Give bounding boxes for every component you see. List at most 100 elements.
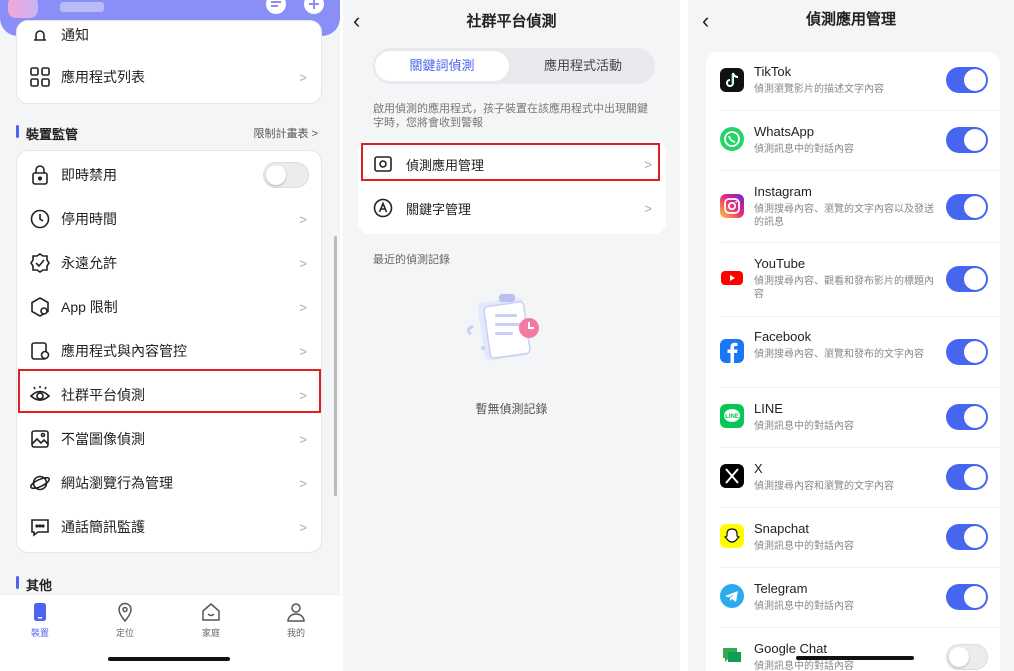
home-indicator xyxy=(108,657,230,661)
tab-device[interactable]: 裝置 xyxy=(10,601,70,639)
phone-icon xyxy=(34,603,46,621)
content-control-icon xyxy=(29,340,51,362)
schedule-link[interactable]: 限制計畫表 > xyxy=(254,125,318,141)
app-name: Google Chat xyxy=(754,641,827,656)
description-text: 啟用偵測的應用程式，孩子裝置在該應用程式中出現關鍵字時，您將會收到警報 xyxy=(373,103,648,129)
chevron-right-icon: > xyxy=(299,519,307,535)
row-divider xyxy=(720,447,1000,448)
app-limit-label: App 限制 xyxy=(61,299,118,315)
facebook-toggle[interactable] xyxy=(946,339,988,365)
x-toggle[interactable] xyxy=(946,464,988,490)
notification-row[interactable]: 通知 xyxy=(17,15,321,59)
letter-a-icon xyxy=(372,197,394,219)
always-allow-row[interactable]: 永遠允許 > xyxy=(17,241,321,285)
whatsapp-icon xyxy=(720,127,744,151)
youtube-icon xyxy=(720,266,744,290)
person-icon xyxy=(287,603,305,622)
app-description: 偵測訊息中的對話內容 xyxy=(754,601,854,612)
downtime-label: 停用時間 xyxy=(61,211,117,227)
chevron-right-icon: > xyxy=(299,255,307,271)
app-description: 偵測訊息中的對話內容 xyxy=(754,421,854,432)
instagram-toggle[interactable] xyxy=(946,194,988,220)
facebook-icon xyxy=(720,339,744,363)
app-name: Snapchat xyxy=(754,521,809,536)
image-scan-icon xyxy=(29,428,51,450)
app-name: YouTube xyxy=(754,256,806,271)
line-toggle[interactable] xyxy=(946,404,988,430)
location-pin-icon xyxy=(118,602,132,623)
chevron-right-icon: > xyxy=(299,69,307,85)
row-divider xyxy=(720,627,1000,628)
row-divider xyxy=(720,316,1000,317)
call-sms-row[interactable]: 通話簡訊監護 > xyxy=(17,505,321,549)
youtube-toggle[interactable] xyxy=(946,266,988,292)
telegram-toggle[interactable] xyxy=(946,584,988,610)
downtime-row[interactable]: 停用時間 > xyxy=(17,197,321,241)
social-detection-panel: ‹ 社群平台偵測 關鍵詞偵測 應用程式活動 啟用偵測的應用程式，孩子裝置在該應用… xyxy=(343,0,680,671)
content-control-label: 應用程式與內容管控 xyxy=(61,343,187,359)
app-description: 偵測搜尋內容和瀏覽的文字內容 xyxy=(754,481,894,492)
add-icon[interactable] xyxy=(304,0,324,14)
app-description: 偵測搜尋內容、瀏覽的文字內容以及發送的訊息 xyxy=(754,204,934,228)
highlight-detect-app-manage xyxy=(361,143,660,181)
tab-family[interactable]: 家庭 xyxy=(181,601,241,639)
content-control-row[interactable]: 應用程式與內容管控 > xyxy=(17,329,321,373)
tab-app-activity[interactable]: 應用程式活動 xyxy=(513,51,653,81)
app-name: X xyxy=(754,461,763,476)
svg-text:LINE: LINE xyxy=(725,414,739,420)
app-name: Instagram xyxy=(754,184,812,199)
panel-divider xyxy=(680,0,688,671)
snapchat-toggle[interactable] xyxy=(946,524,988,550)
detect-app-manage-panel: ‹ 偵測應用管理 TikTok 偵測瀏覽影片的描述文字內容 WhatsApp 偵… xyxy=(688,0,1014,671)
tab-location-label: 定位 xyxy=(115,628,134,638)
app-list-card: TikTok 偵測瀏覽影片的描述文字內容 WhatsApp 偵測訊息中的對話內容… xyxy=(706,52,1000,671)
tab-profile[interactable]: 我的 xyxy=(266,601,326,639)
app-limit-row[interactable]: App 限制 > xyxy=(17,285,321,329)
instagram-icon xyxy=(720,194,744,218)
bottom-tab-bar: 裝置 定位 家庭 我的 xyxy=(0,594,340,671)
general-card: 通知 應用程式列表 > xyxy=(16,20,322,104)
instant-disable-label: 即時禁用 xyxy=(61,167,117,183)
instant-disable-toggle[interactable] xyxy=(263,162,309,188)
tab-location[interactable]: 定位 xyxy=(95,601,155,639)
tab-family-label: 家庭 xyxy=(201,628,220,638)
schedule-link-label: 限制計畫表 xyxy=(253,128,309,140)
web-browsing-label: 網站瀏覽行為管理 xyxy=(61,475,173,491)
check-badge-icon xyxy=(29,252,51,274)
chat-bubble-icon xyxy=(29,516,51,538)
app-description: 偵測搜尋內容、瀏覽和發布的文字內容 xyxy=(754,349,924,360)
web-browsing-row[interactable]: 網站瀏覽行為管理 > xyxy=(17,461,321,505)
keyword-manage-row[interactable]: 關鍵字管理 > xyxy=(358,186,666,230)
recent-records-heading: 最近的偵測記錄 xyxy=(373,254,450,266)
instant-disable-row[interactable]: 即時禁用 xyxy=(17,153,321,197)
message-icon[interactable] xyxy=(266,0,286,14)
app-list-row[interactable]: 應用程式列表 > xyxy=(17,55,321,99)
app-name: Facebook xyxy=(754,329,812,344)
page-title: 社群平台偵測 xyxy=(466,13,557,30)
tiktok-toggle[interactable] xyxy=(946,67,988,93)
device-name-blurred xyxy=(60,2,104,12)
whatsapp-toggle[interactable] xyxy=(946,127,988,153)
image-detection-label: 不當圖像偵測 xyxy=(61,431,145,447)
keyword-manage-label: 關鍵字管理 xyxy=(406,201,472,217)
grid-icon xyxy=(29,66,51,88)
image-detection-row[interactable]: 不當圖像偵測 > xyxy=(17,417,321,461)
bell-icon xyxy=(29,26,51,48)
house-icon xyxy=(202,603,220,621)
tab-profile-label: 我的 xyxy=(286,628,305,638)
clock-icon xyxy=(29,208,51,230)
app-limit-icon xyxy=(29,296,51,318)
home-indicator xyxy=(796,656,914,660)
row-divider xyxy=(720,242,1000,243)
tab-keyword-detection[interactable]: 關鍵詞偵測 xyxy=(375,51,509,81)
section-device-title: 裝置監管 xyxy=(16,124,78,143)
google-chat-toggle[interactable] xyxy=(946,644,988,670)
scrollbar[interactable] xyxy=(334,236,337,496)
chevron-right-icon: > xyxy=(299,299,307,315)
telegram-icon xyxy=(720,584,744,608)
app-name: TikTok xyxy=(754,64,792,79)
app-name: Telegram xyxy=(754,581,808,596)
lock-icon xyxy=(29,164,51,186)
highlight-social-detection xyxy=(18,369,321,413)
device-control-card: 即時禁用 停用時間 > 永遠允許 > App 限制 > 應用程式與內容管控 > … xyxy=(16,150,322,553)
